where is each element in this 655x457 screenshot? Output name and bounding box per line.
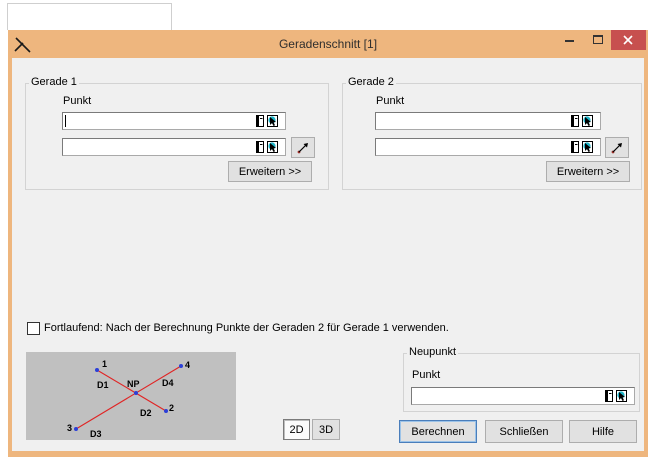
diagram-intersection-point [134, 391, 138, 395]
direction-arrow-icon [611, 143, 622, 154]
maximize-button[interactable] [586, 30, 610, 50]
diagram-label-d3: D3 [90, 429, 102, 439]
view-3d-button[interactable]: 3D [312, 419, 340, 440]
gerade1-point1-input[interactable] [62, 112, 286, 130]
gerade2-point1-input[interactable] [375, 112, 601, 130]
hilfe-button[interactable]: Hilfe [569, 420, 637, 443]
neupunkt-input[interactable] [411, 387, 635, 405]
gerade2-point1-field [375, 112, 601, 130]
maximize-icon [593, 35, 603, 44]
diagram-label-d2: D2 [140, 408, 152, 418]
minimize-icon [565, 40, 574, 42]
close-button[interactable] [611, 30, 646, 50]
diagram-label-point-4: 4 [185, 360, 190, 370]
text-caret [65, 115, 66, 127]
diagram-label-point-2: 2 [169, 403, 174, 413]
direction-arrow-icon [297, 143, 308, 154]
gerade2-legend: Gerade 2 [346, 76, 396, 89]
gerade2-point2-field [375, 138, 601, 156]
cursor-pick-icon[interactable] [267, 115, 278, 127]
gerade2-point2-input[interactable] [375, 138, 601, 156]
gerade1-point2-field [62, 138, 286, 156]
intersection-diagram: 1 2 3 4 D1 D2 D3 D4 NP [26, 352, 236, 440]
document-icon[interactable] [570, 141, 580, 153]
diagram-line-gerade-1 [96, 369, 167, 412]
cursor-pick-icon[interactable] [582, 141, 593, 153]
gerade1-direction-button[interactable] [291, 137, 315, 158]
neupunkt-field [411, 387, 635, 405]
gerade1-point2-input[interactable] [62, 138, 286, 156]
gerade2-punkt-label: Punkt [376, 95, 405, 107]
close-icon [623, 35, 633, 45]
gerade1-legend: Gerade 1 [29, 76, 79, 89]
diagram-label-point-1: 1 [102, 359, 107, 369]
diagram-point-3 [74, 427, 78, 431]
gerade2-erweitern-button[interactable]: Erweitern >> [546, 161, 630, 182]
cursor-pick-icon[interactable] [616, 390, 627, 402]
background-window-fragment [7, 3, 172, 30]
cursor-pick-icon[interactable] [582, 115, 593, 127]
gerade2-direction-button[interactable] [605, 137, 629, 158]
neupunkt-punkt-label: Punkt [412, 369, 441, 381]
diagram-label-intersection: NP [127, 379, 140, 389]
gerade1-point1-field [62, 112, 286, 130]
diagram-label-point-3: 3 [67, 423, 72, 433]
schliessen-button[interactable]: Schließen [485, 420, 563, 443]
document-icon[interactable] [255, 115, 265, 127]
document-icon[interactable] [255, 141, 265, 153]
minimize-button[interactable] [557, 30, 583, 50]
fortlaufend-checkbox[interactable] [27, 322, 40, 335]
document-icon[interactable] [570, 115, 580, 127]
neupunkt-legend: Neupunkt [407, 346, 459, 359]
fortlaufend-label[interactable]: Fortlaufend: Nach der Berechnung Punkte … [44, 322, 449, 335]
diagram-point-2 [164, 409, 168, 413]
gerade1-punkt-label: Punkt [63, 95, 92, 107]
diagram-label-d4: D4 [162, 378, 174, 388]
gerade1-erweitern-button[interactable]: Erweitern >> [228, 161, 312, 182]
diagram-point-1 [95, 368, 99, 372]
berechnen-button[interactable]: Berechnen [399, 420, 477, 443]
diagram-label-d1: D1 [97, 380, 109, 390]
document-icon[interactable] [604, 390, 614, 402]
cursor-pick-icon[interactable] [267, 141, 278, 153]
window-title: Geradenschnitt [1] [278, 37, 378, 51]
diagram-line-gerade-2 [75, 365, 182, 430]
view-2d-button[interactable]: 2D [283, 419, 310, 440]
diagram-point-4 [179, 364, 183, 368]
